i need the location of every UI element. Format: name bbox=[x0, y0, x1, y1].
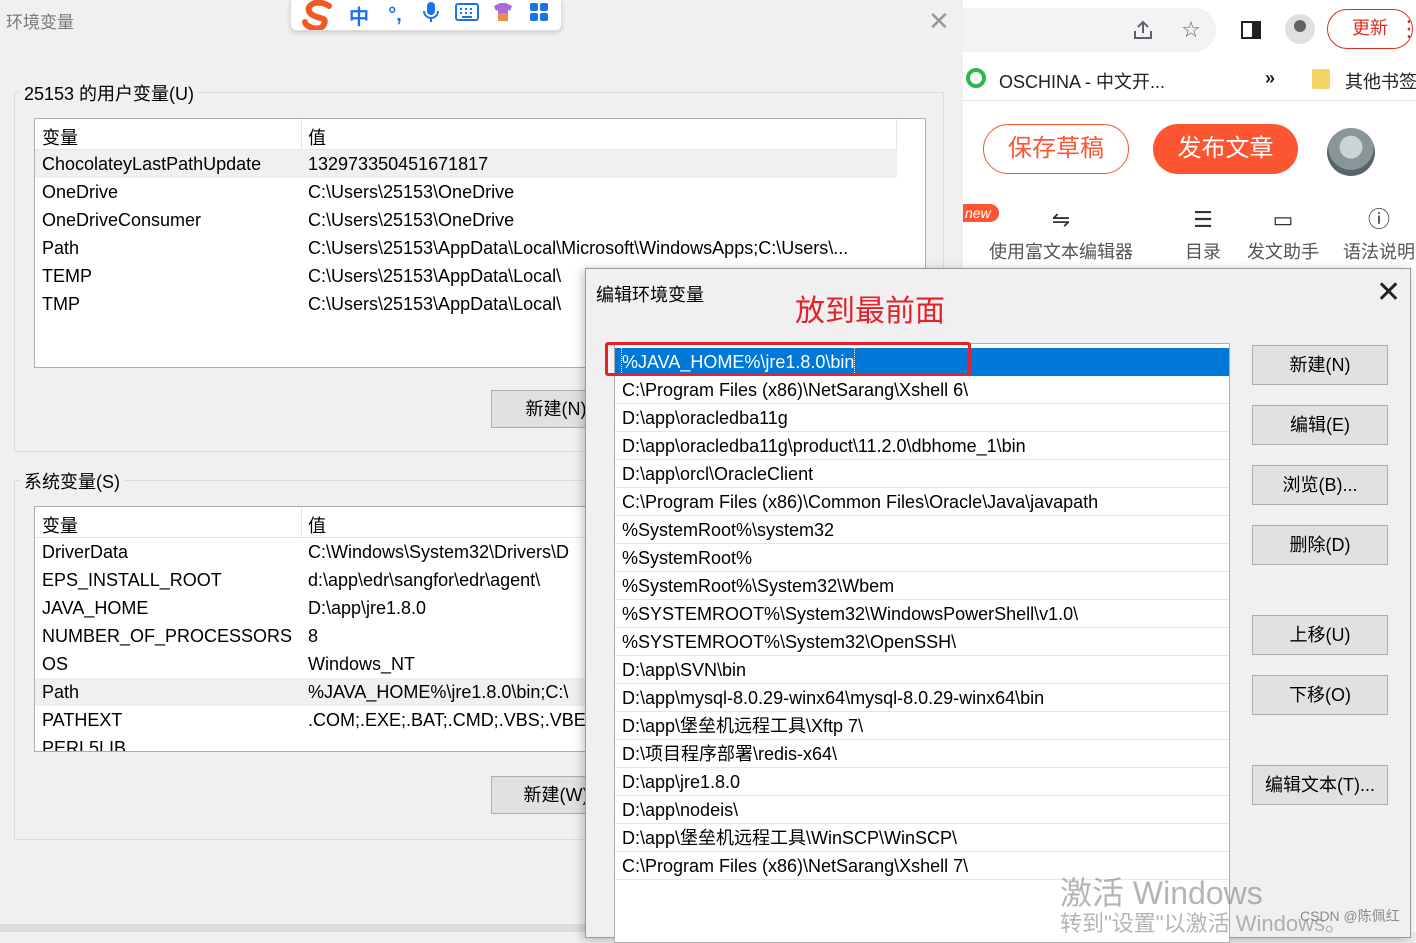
sidepanel-icon[interactable] bbox=[1235, 14, 1267, 46]
profile-icon[interactable] bbox=[1285, 14, 1315, 44]
toolbox-icon[interactable] bbox=[521, 1, 557, 29]
bookmark-other[interactable]: 其他书签 bbox=[1345, 68, 1416, 94]
path-entry-text: C:\Program Files (x86)\Common Files\Orac… bbox=[622, 492, 1099, 512]
sogou-logo-icon[interactable] bbox=[297, 0, 341, 30]
path-entry[interactable]: D:\app\jre1.8.0 bbox=[615, 768, 1229, 796]
bookmarks-bar: OSCHINA - 中文开... » 其他书签 bbox=[963, 60, 1416, 101]
chinese-mode-icon[interactable]: 中 bbox=[341, 1, 377, 30]
path-entry[interactable]: D:\app\orcl\OracleClient bbox=[615, 460, 1229, 488]
save-draft-button[interactable]: 保存草稿 bbox=[983, 124, 1129, 174]
path-entry[interactable]: D:\app\SVN\bin bbox=[615, 656, 1229, 684]
path-entry[interactable]: %SystemRoot% bbox=[615, 544, 1229, 572]
close-icon[interactable]: ✕ bbox=[928, 6, 950, 37]
publish-button[interactable]: 发布文章 bbox=[1153, 124, 1298, 174]
path-entry-text: D:\app\oracledba11g\product\11.2.0\dbhom… bbox=[622, 436, 1026, 456]
path-entry-text: D:\app\堡垒机远程工具\WinSCP\WinSCP\ bbox=[622, 828, 958, 848]
dialog-title: 编辑环境变量 bbox=[596, 285, 704, 305]
path-entry[interactable]: D:\app\mysql-8.0.29-winx64\mysql-8.0.29-… bbox=[615, 684, 1229, 712]
col-val[interactable]: 值 bbox=[308, 124, 326, 150]
bookmark-oschina[interactable]: OSCHINA - 中文开... bbox=[999, 68, 1165, 94]
assistant-tool[interactable]: ▭ 发文助手 bbox=[1247, 206, 1319, 264]
path-entry-text: %SYSTEMROOT%\System32\OpenSSH\ bbox=[622, 632, 957, 652]
system-vars-label: 系统变量(S) bbox=[20, 468, 124, 494]
path-entry[interactable]: D:\app\堡垒机远程工具\Xftp 7\ bbox=[615, 712, 1229, 740]
keyboard-icon[interactable] bbox=[449, 3, 485, 27]
path-entry-text: %SystemRoot%\System32\Wbem bbox=[622, 576, 895, 596]
path-entry[interactable]: D:\app\nodeis\ bbox=[615, 796, 1229, 824]
tool-label: 目录 bbox=[1185, 242, 1221, 262]
path-entries-list[interactable]: %JAVA_HOME%\jre1.8.0\bin C:\Program Files… bbox=[614, 343, 1230, 943]
path-entry[interactable]: D:\app\oracledba11g\product\11.2.0\dbhom… bbox=[615, 432, 1229, 460]
path-entry-text: D:\app\nodeis\ bbox=[622, 800, 739, 820]
browser-toolbar: ☆ 更新 ⋮ bbox=[963, 0, 1416, 60]
move-up-button[interactable]: 上移(U) bbox=[1252, 615, 1388, 655]
path-entry[interactable]: D:\app\堡垒机远程工具\WinSCP\WinSCP\ bbox=[615, 824, 1229, 852]
microphone-icon[interactable] bbox=[413, 1, 449, 29]
table-row[interactable]: OneDrive C:\Users\25153\OneDrive bbox=[35, 178, 897, 206]
col-val[interactable]: 值 bbox=[308, 512, 326, 538]
toc-tool[interactable]: ☰ 目录 bbox=[1185, 206, 1221, 264]
syntax-tool[interactable]: ⓘ 语法说明 bbox=[1343, 206, 1415, 264]
annotation-text: 放到最前面 bbox=[795, 295, 945, 328]
close-icon[interactable]: ✕ bbox=[1376, 275, 1401, 310]
oschina-favicon-icon bbox=[966, 68, 986, 88]
csdn-toolbar: new ⇋ 使用富文本编辑器 ☰ 目录 ▭ 发文助手 ⓘ 语法说明 bbox=[963, 198, 1416, 268]
star-icon[interactable]: ☆ bbox=[1175, 14, 1207, 46]
path-entry-text: D:\app\orcl\OracleClient bbox=[622, 464, 814, 484]
path-entry-text: C:\Program Files (x86)\NetSarang\Xshell … bbox=[622, 380, 969, 400]
edit-button[interactable]: 编辑(E) bbox=[1252, 405, 1388, 445]
more-menu-icon[interactable]: ⋮ bbox=[1398, 18, 1416, 40]
csdn-header: 保存草稿 发布文章 bbox=[963, 100, 1416, 200]
path-entry-text: C:\Program Files (x86)\NetSarang\Xshell … bbox=[622, 856, 969, 876]
path-entry-text: %SYSTEMROOT%\System32\WindowsPowerShell\… bbox=[622, 604, 1079, 624]
path-entry[interactable]: %SYSTEMROOT%\System32\WindowsPowerShell\… bbox=[615, 600, 1229, 628]
delete-button[interactable]: 删除(D) bbox=[1252, 525, 1388, 565]
col-var[interactable]: 变量 bbox=[42, 512, 78, 538]
path-entry[interactable]: %SYSTEMROOT%\System32\OpenSSH\ bbox=[615, 628, 1229, 656]
new-button[interactable]: 新建(N) bbox=[1252, 345, 1388, 385]
folder-icon bbox=[1312, 69, 1330, 89]
punctuation-icon[interactable]: °, bbox=[377, 4, 413, 27]
path-entry-text: D:\app\mysql-8.0.29-winx64\mysql-8.0.29-… bbox=[622, 688, 1045, 708]
path-entry[interactable]: C:\Program Files (x86)\NetSarang\Xshell … bbox=[615, 376, 1229, 404]
table-row[interactable]: Path C:\Users\25153\AppData\Local\Microso… bbox=[35, 234, 897, 262]
switch-icon: ⇋ bbox=[1051, 207, 1071, 232]
csdn-watermark: CSDN @陈佩红 bbox=[1300, 908, 1400, 924]
browse-button[interactable]: 浏览(B)... bbox=[1252, 465, 1388, 505]
path-entry-text: D:\app\堡垒机远程工具\Xftp 7\ bbox=[622, 716, 864, 736]
path-entry-text: D:\app\SVN\bin bbox=[622, 660, 747, 680]
tool-label: 语法说明 bbox=[1343, 242, 1415, 262]
list-icon: ☰ bbox=[1193, 207, 1213, 232]
ime-toolbar: 中 °, bbox=[290, 0, 562, 31]
move-down-button[interactable]: 下移(O) bbox=[1252, 675, 1388, 715]
share-icon[interactable] bbox=[1127, 14, 1159, 46]
avatar[interactable] bbox=[1327, 128, 1375, 176]
path-entry-text: %SystemRoot%\system32 bbox=[622, 520, 835, 540]
tool-label: 发文助手 bbox=[1247, 242, 1319, 262]
monitor-icon: ▭ bbox=[1272, 207, 1294, 232]
annotation-highlight-box bbox=[605, 342, 971, 376]
col-var[interactable]: 变量 bbox=[42, 124, 78, 150]
path-entry[interactable]: D:\项目程序部署\redis-x64\ bbox=[615, 740, 1229, 768]
bookmarks-more-icon[interactable]: » bbox=[1265, 68, 1275, 89]
path-entry-text: D:\app\jre1.8.0 bbox=[622, 772, 741, 792]
path-entry[interactable]: %SystemRoot%\System32\Wbem bbox=[615, 572, 1229, 600]
table-header: 变量 值 bbox=[35, 119, 897, 150]
help-icon: ⓘ bbox=[1367, 207, 1390, 232]
table-row[interactable]: OneDriveConsumer C:\Users\25153\OneDrive bbox=[35, 206, 897, 234]
edit-text-button[interactable]: 编辑文本(T)... bbox=[1252, 765, 1388, 805]
path-entry-text: %SystemRoot% bbox=[622, 548, 753, 568]
tool-label: 使用富文本编辑器 bbox=[989, 242, 1133, 262]
path-entry-text: D:\app\oracledba11g bbox=[622, 408, 788, 428]
window-title: 环境变量 bbox=[6, 13, 74, 32]
path-entry[interactable]: C:\Program Files (x86)\Common Files\Orac… bbox=[615, 488, 1229, 516]
path-entry[interactable]: D:\app\oracledba11g bbox=[615, 404, 1229, 432]
user-vars-label: 25153 的用户变量(U) bbox=[20, 80, 199, 106]
skin-icon[interactable] bbox=[485, 1, 521, 29]
table-row[interactable]: ChocolateyLastPathUpdate 1329733504516718… bbox=[35, 150, 897, 178]
path-entry-text: D:\项目程序部署\redis-x64\ bbox=[622, 744, 838, 764]
path-entry[interactable]: %SystemRoot%\system32 bbox=[615, 516, 1229, 544]
rich-editor-tool[interactable]: ⇋ 使用富文本编辑器 bbox=[989, 206, 1133, 264]
